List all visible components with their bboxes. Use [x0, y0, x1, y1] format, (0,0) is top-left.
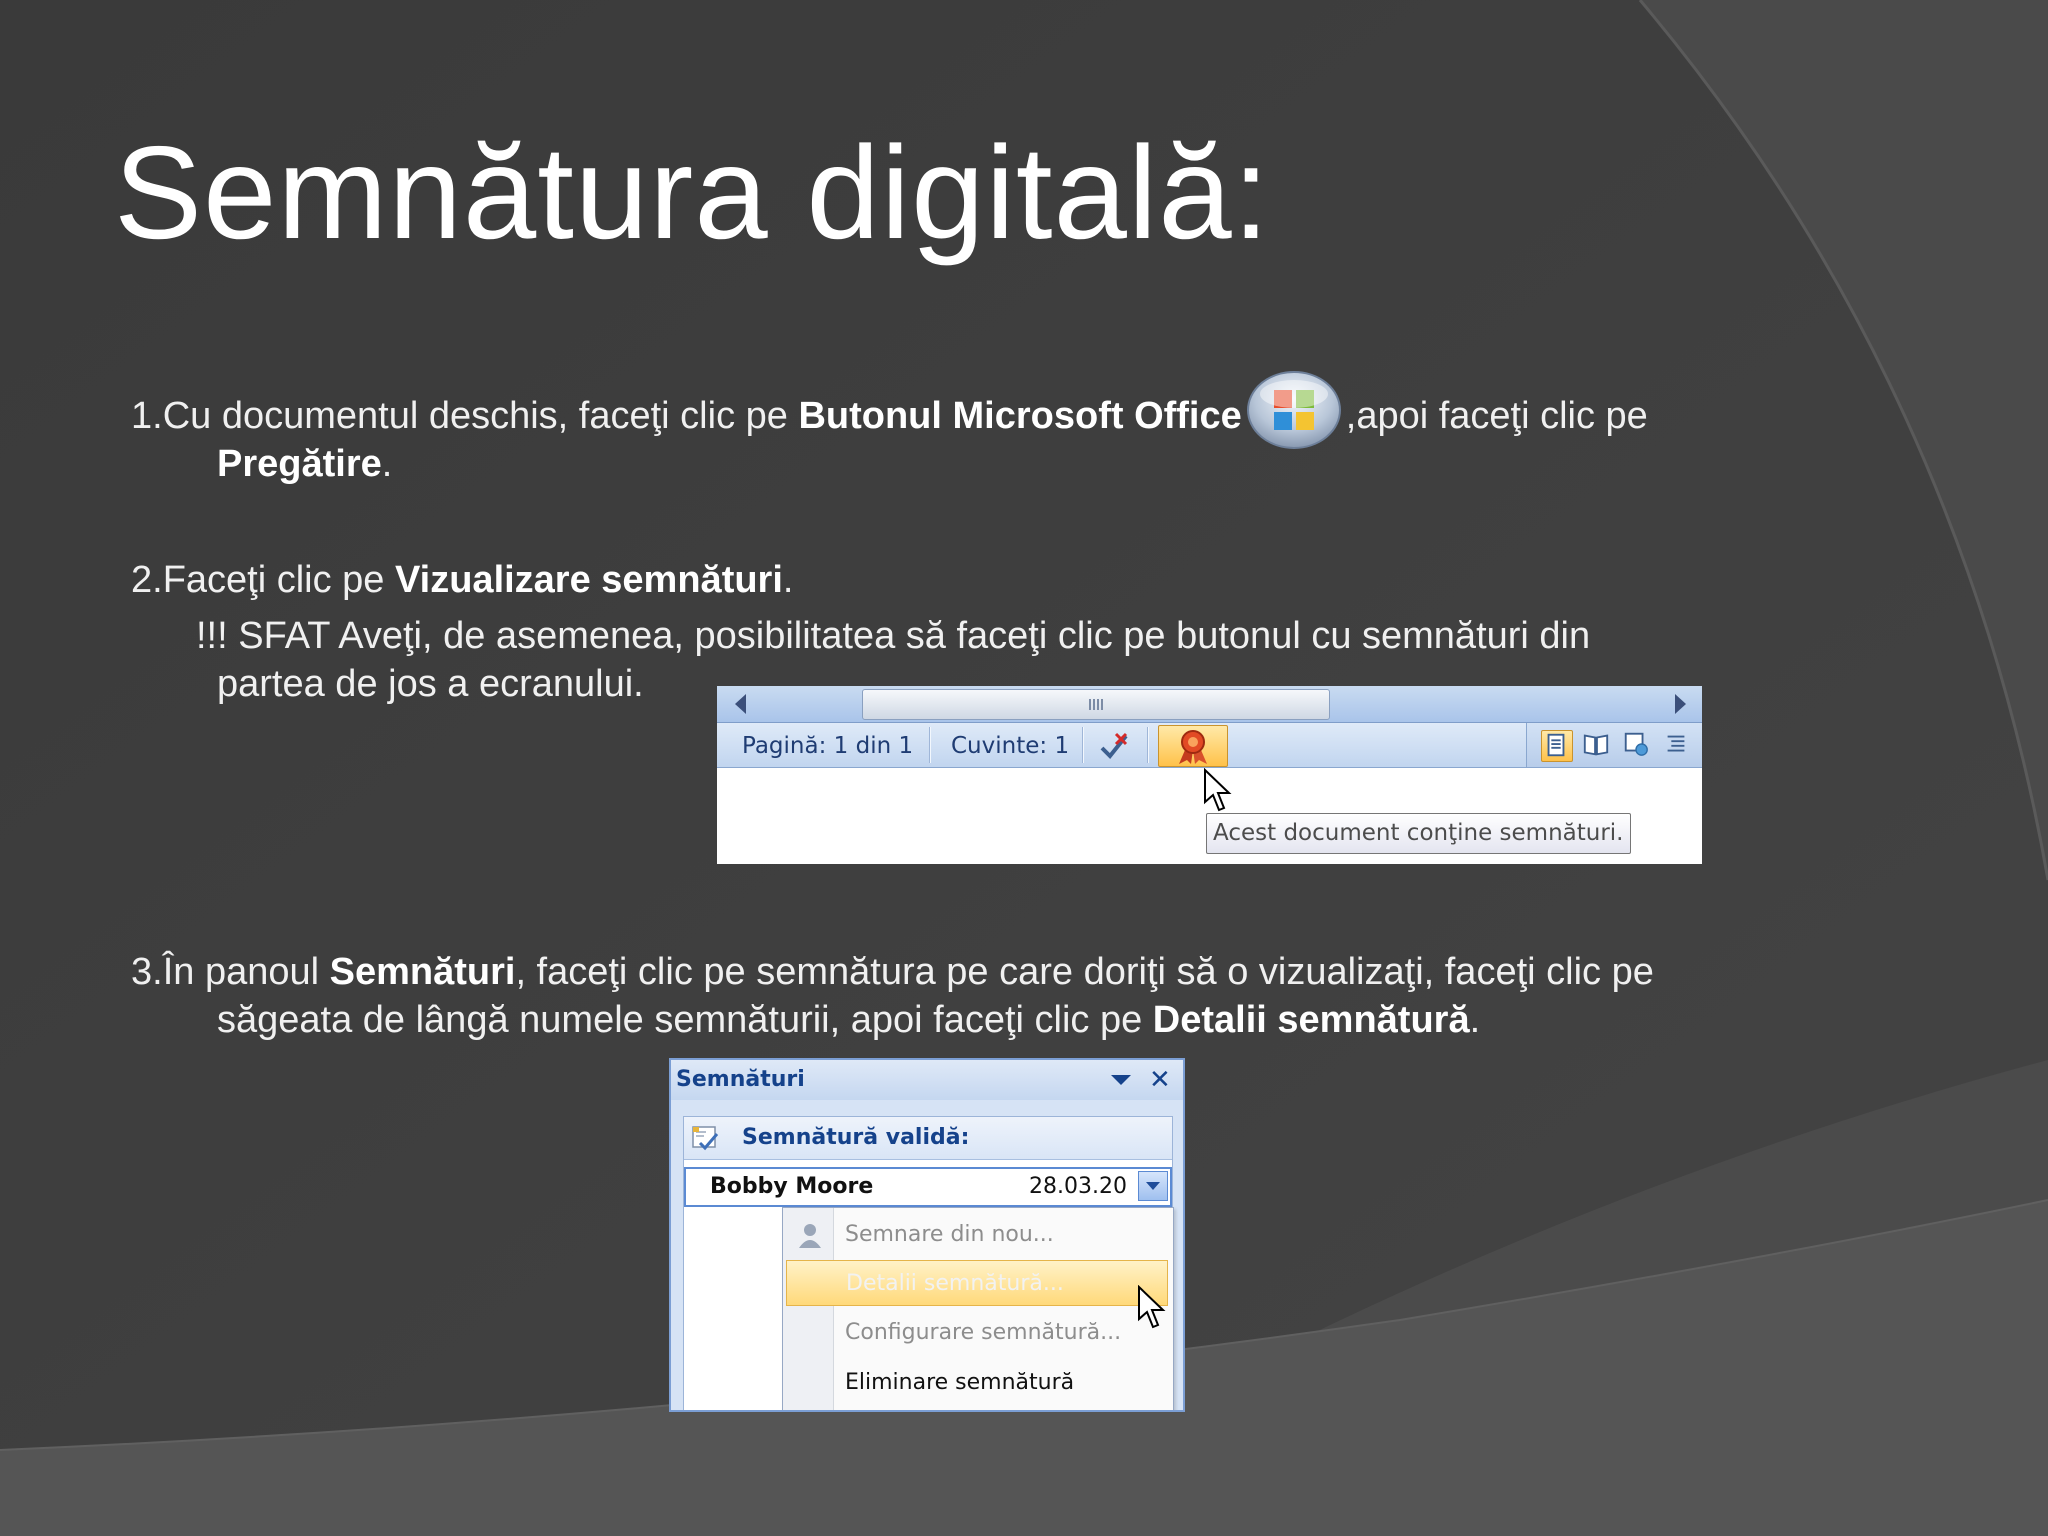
signatures-pane-screenshot: Semnături ✕ Semnătură validă: Bobby Moor… — [669, 1058, 1185, 1412]
signature-dropdown-arrow-icon[interactable] — [1138, 1171, 1168, 1201]
office-orb-icon — [1246, 370, 1342, 450]
horizontal-scrollbar[interactable] — [717, 686, 1702, 723]
scroll-left-arrow-icon[interactable] — [735, 694, 746, 714]
print-layout-view-icon[interactable] — [1541, 730, 1573, 762]
signature-date: 28.03.20 — [1029, 1174, 1127, 1199]
mouse-cursor-icon — [1138, 1285, 1166, 1329]
valid-signature-label: Semnătură validă: — [742, 1125, 970, 1150]
word-counter[interactable]: Cuvinte: 1 — [951, 733, 1069, 759]
signatures-tooltip: Acest document conţine semnături. — [1206, 813, 1631, 854]
mouse-cursor-icon — [1204, 768, 1232, 812]
signer-name: Bobby Moore — [710, 1174, 874, 1199]
menu-item-signature-details[interactable]: Detalii semnătură... — [786, 1260, 1168, 1306]
pane-body: Semnătură validă: Bobby Moore 28.03.20 S… — [683, 1116, 1174, 1410]
step-2-text: 2.Faceţi clic pe Vizualizare semnături. — [131, 559, 794, 601]
signer-person-icon — [799, 1224, 821, 1248]
valid-signature-section: Semnătură validă: — [684, 1117, 1172, 1160]
statusbar-screenshot: Pagină: 1 din 1 Cuvinte: 1 Acest documen… — [717, 686, 1702, 864]
grip-icon — [1089, 699, 1103, 710]
outline-view-icon[interactable] — [1662, 730, 1692, 760]
scroll-thumb[interactable] — [862, 689, 1330, 720]
status-separator — [1082, 727, 1084, 763]
scroll-right-arrow-icon[interactable] — [1675, 694, 1686, 714]
status-bar: Pagină: 1 din 1 Cuvinte: 1 — [717, 723, 1702, 768]
pane-header: Semnături ✕ — [671, 1060, 1183, 1100]
slide-title: Semnătura digitală: — [114, 119, 1271, 266]
status-separator — [929, 727, 931, 763]
office-button-label: Butonul Microsoft Office — [798, 395, 1242, 437]
signatures-status-button[interactable] — [1158, 725, 1228, 767]
view-signatures-label: Vizualizare semnături — [395, 559, 783, 601]
pane-options-dropdown-icon[interactable] — [1111, 1075, 1131, 1085]
proofing-check-icon[interactable] — [1098, 728, 1132, 762]
menu-item-sign-again[interactable]: Semnare din nou... — [783, 1212, 1171, 1258]
step-1-text: 1.Cu documentul deschis, faceţi clic pe … — [131, 370, 1881, 488]
signatures-pane-label: Semnături — [329, 951, 516, 993]
signature-entry[interactable]: Bobby Moore 28.03.20 — [684, 1167, 1172, 1207]
view-buttons — [1526, 723, 1702, 767]
status-separator — [1147, 727, 1149, 763]
step-3-text: 3.În panoul Semnături, faceţi clic pe se… — [131, 951, 1654, 1041]
valid-signature-icon — [692, 1126, 719, 1151]
pane-title: Semnături — [676, 1067, 805, 1092]
prepare-label: Pregătire — [217, 443, 382, 485]
menu-item-remove-signature[interactable]: Eliminare semnătură — [783, 1360, 1171, 1406]
signature-ribbon-icon — [1179, 730, 1207, 764]
web-layout-view-icon[interactable] — [1622, 730, 1652, 760]
signature-context-menu: Semnare din nou... Detalii semnătură... … — [782, 1207, 1174, 1410]
signature-details-label: Detalii semnătură — [1152, 999, 1470, 1041]
full-screen-reading-view-icon[interactable] — [1582, 730, 1612, 760]
page-counter[interactable]: Pagină: 1 din 1 — [742, 733, 913, 759]
menu-item-signature-setup[interactable]: Configurare semnătură... — [783, 1310, 1171, 1356]
pane-close-icon[interactable]: ✕ — [1149, 1065, 1171, 1095]
